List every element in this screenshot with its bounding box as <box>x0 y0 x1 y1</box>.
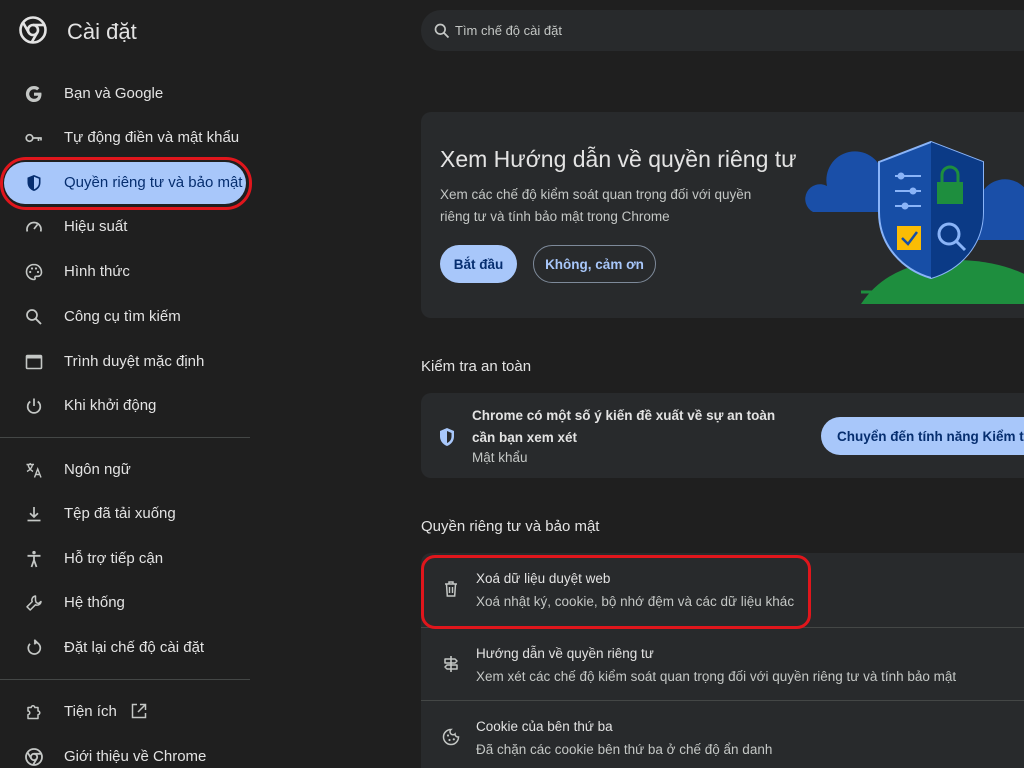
sidebar-item-performance[interactable]: Hiệu suất <box>0 205 252 249</box>
cookie-icon <box>441 727 461 747</box>
search-icon <box>434 23 450 39</box>
sidebar-item-privacy-security[interactable]: Quyền riêng tư và bảo mật <box>0 161 252 205</box>
sidebar-item-label: Tự động điền và mật khẩu <box>64 129 240 146</box>
key-icon <box>24 128 44 148</box>
list-item-title: Cookie của bên thứ ba <box>476 719 613 734</box>
sidebar-item-label: Tệp đã tải xuống <box>64 505 176 522</box>
list-item-third-party-cookies[interactable]: Cookie của bên thứ ba Đã chặn các cookie… <box>421 701 1024 768</box>
accessibility-icon <box>24 549 44 569</box>
sidebar-item-label: Trình duyệt mặc định <box>64 353 205 370</box>
sidebar: Cài đặt Bạn và Google Tự động điền và mậ… <box>0 0 252 768</box>
power-icon <box>24 396 44 416</box>
sidebar-item-default-browser[interactable]: Trình duyệt mặc định <box>0 340 252 384</box>
list-item-subtitle: Đã chặn các cookie bên thứ ba ở chế độ ẩ… <box>476 742 773 757</box>
promo-description: Xem các chế độ kiểm soát quan trọng đối … <box>440 187 752 224</box>
sidebar-item-label: Hỗ trợ tiếp cận <box>64 550 164 567</box>
open-external-icon <box>131 703 147 719</box>
start-button[interactable]: Bắt đầu <box>440 245 517 283</box>
sidebar-item-label: Giới thiệu về Chrome <box>64 748 207 765</box>
download-icon <box>24 504 44 524</box>
sidebar-item-reset-settings[interactable]: Đặt lại chế độ cài đặt <box>0 626 252 670</box>
no-thanks-button[interactable]: Không, cảm ơn <box>533 245 656 283</box>
browser-window-icon <box>24 352 44 372</box>
sidebar-divider <box>0 679 250 680</box>
sidebar-item-extensions[interactable]: Tiện ích <box>0 690 252 734</box>
translate-icon <box>24 460 44 480</box>
list-item-subtitle: Xoá nhật ký, cookie, bộ nhớ đệm và các d… <box>476 594 795 609</box>
sidebar-item-on-startup[interactable]: Khi khởi động <box>0 384 252 428</box>
sidebar-item-downloads[interactable]: Tệp đã tải xuống <box>0 492 252 536</box>
sidebar-item-label: Quyền riêng tư và bảo mật <box>64 174 243 191</box>
wrench-icon <box>24 593 44 613</box>
page-title: Cài đặt <box>67 19 137 44</box>
search-input[interactable] <box>455 10 1015 51</box>
google-g-icon <box>24 84 44 104</box>
extension-icon <box>24 702 44 722</box>
sidebar-item-system[interactable]: Hệ thống <box>0 581 252 625</box>
sidebar-item-label: Bạn và Google <box>64 85 164 102</box>
safety-check-title: Chrome có một số ý kiến đề xuất về sự an… <box>472 408 776 445</box>
app-header: Cài đặt <box>0 0 252 64</box>
sidebar-item-label: Hình thức <box>64 263 130 280</box>
safety-check-card: Chrome có một số ý kiến đề xuất về sự an… <box>421 393 1024 478</box>
list-item-subtitle: Xem xét các chế độ kiểm soát quan trọng … <box>476 669 957 684</box>
safety-shield-icon <box>440 428 454 446</box>
promo-title: Xem Hướng dẫn về quyền riêng tư <box>440 146 797 172</box>
palette-icon <box>24 262 44 282</box>
list-item-title: Xoá dữ liệu duyệt web <box>476 571 611 586</box>
signpost-icon <box>441 654 461 674</box>
list-item-title: Hướng dẫn về quyền riêng tư <box>476 646 654 661</box>
list-item-clear-browsing-data[interactable]: Xoá dữ liệu duyệt web Xoá nhật ký, cooki… <box>421 553 1024 625</box>
reset-icon <box>24 638 44 658</box>
sidebar-item-label: Công cụ tìm kiếm <box>64 308 181 325</box>
sidebar-item-label: Tiện ích <box>64 703 117 720</box>
privacy-security-heading: Quyền riêng tư và bảo mật <box>421 518 600 535</box>
sidebar-item-search-engine[interactable]: Công cụ tìm kiếm <box>0 295 252 339</box>
sidebar-divider <box>0 437 250 438</box>
settings-search[interactable] <box>421 10 1024 51</box>
safety-check-subtitle: Mật khẩu <box>472 450 528 465</box>
sidebar-item-languages[interactable]: Ngôn ngữ <box>0 448 252 492</box>
sidebar-item-autofill-passwords[interactable]: Tự động điền và mật khẩu <box>0 116 252 160</box>
list-item-privacy-guide[interactable]: Hướng dẫn về quyền riêng tư Xem xét các … <box>421 628 1024 700</box>
sidebar-item-label: Khi khởi động <box>64 397 157 414</box>
sidebar-item-about-chrome[interactable]: Giới thiệu về Chrome <box>0 735 252 768</box>
search-icon <box>24 307 44 327</box>
shield-icon <box>24 173 44 193</box>
speedometer-icon <box>24 217 44 237</box>
sidebar-item-accessibility[interactable]: Hỗ trợ tiếp cận <box>0 537 252 581</box>
safety-check-heading: Kiểm tra an toàn <box>421 358 532 375</box>
sidebar-item-label: Hiệu suất <box>64 218 128 235</box>
go-to-safety-check-button[interactable]: Chuyển đến tính năng Kiểm tra an toàn <box>821 417 1024 455</box>
chrome-logo-icon[interactable] <box>19 16 47 44</box>
privacy-shield-illustration-icon <box>805 140 1024 304</box>
sidebar-item-label: Đặt lại chế độ cài đặt <box>64 639 205 656</box>
sidebar-item-label: Hệ thống <box>64 594 125 611</box>
sidebar-item-you-and-google[interactable]: Bạn và Google <box>0 72 252 116</box>
privacy-settings-list: Xoá dữ liệu duyệt web Xoá nhật ký, cooki… <box>421 553 1024 768</box>
chrome-logo-icon <box>24 747 44 767</box>
sidebar-item-label: Ngôn ngữ <box>64 461 131 478</box>
sidebar-item-appearance[interactable]: Hình thức <box>0 250 252 294</box>
trash-icon <box>441 579 461 599</box>
privacy-guide-promo-card: Xem Hướng dẫn về quyền riêng tư Xem các … <box>421 112 1024 318</box>
